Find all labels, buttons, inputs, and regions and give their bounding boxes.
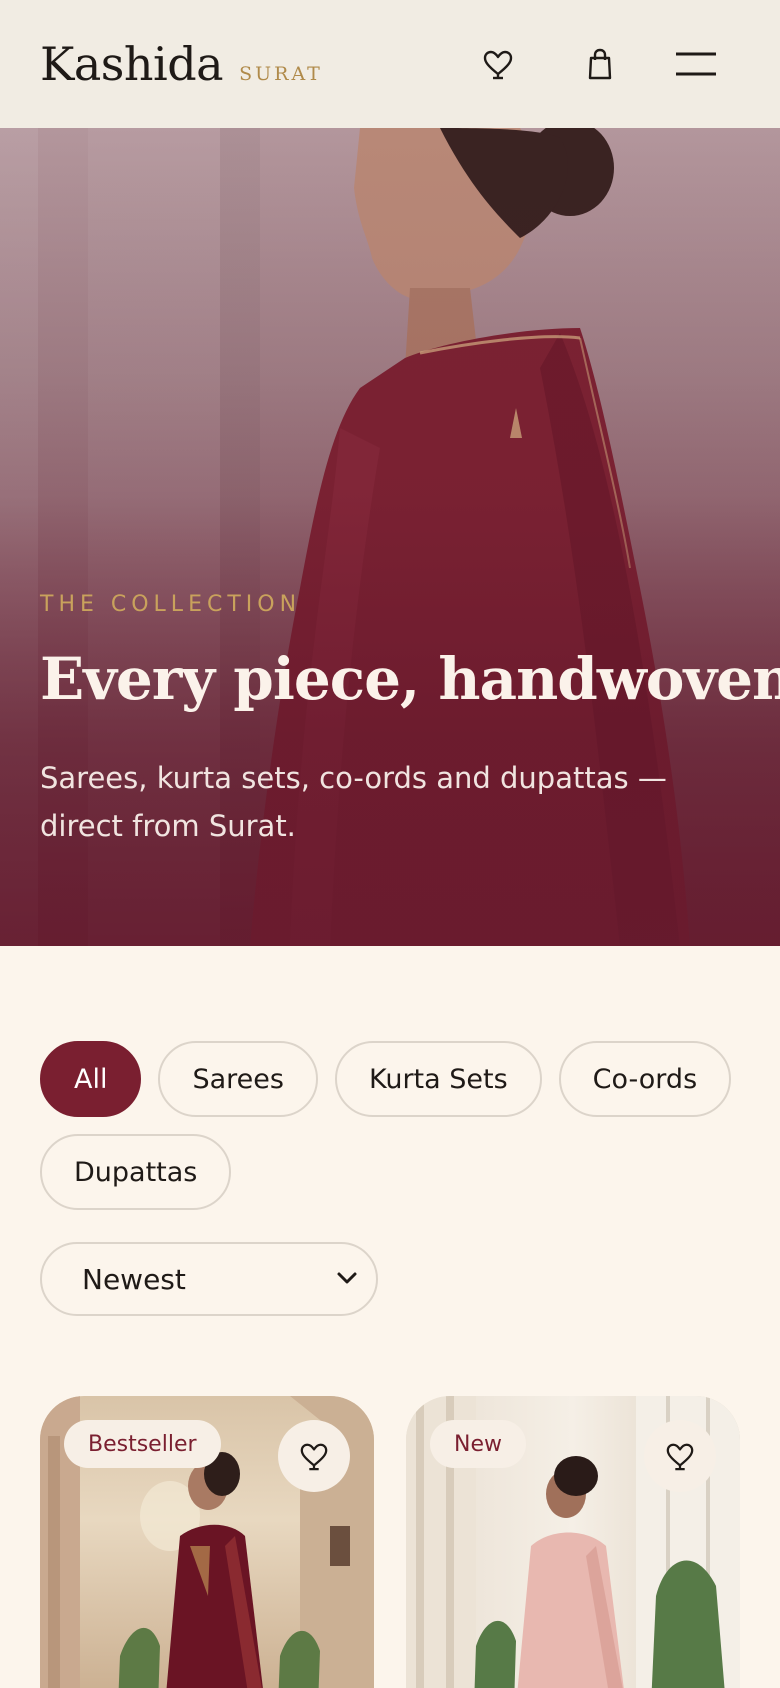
filter-chip-all[interactable]: All <box>40 1041 142 1117</box>
menu-button[interactable] <box>672 40 720 88</box>
sort-selected-value: Newest <box>82 1262 186 1296</box>
heart-icon <box>483 50 513 80</box>
brand-location: SURAT <box>239 63 323 85</box>
add-to-wishlist-button[interactable] <box>278 1420 350 1492</box>
wishlist-button[interactable] <box>474 40 522 88</box>
heart-icon <box>300 1443 328 1471</box>
filter-chip-co-ords[interactable]: Co-ords <box>558 1041 732 1117</box>
product-card[interactable]: Bestseller <box>40 1396 374 1688</box>
add-to-wishlist-button[interactable] <box>644 1420 716 1492</box>
product-badge: Bestseller <box>64 1420 221 1468</box>
cart-button[interactable] <box>576 40 624 88</box>
filter-chip-kurta-sets[interactable]: Kurta Sets <box>334 1041 542 1117</box>
brand-name: Kashida <box>40 37 224 91</box>
product-badge: New <box>430 1420 526 1468</box>
product-card[interactable]: New <box>406 1396 740 1688</box>
filter-chip-dupattas[interactable]: Dupattas <box>40 1134 232 1210</box>
hero-subtitle: Sarees, kurta sets, co-ords and dupattas… <box>40 761 667 843</box>
hero-eyebrow: THE COLLECTION <box>40 592 302 617</box>
category-filters: All Sarees Kurta Sets Co-ords Dupattas <box>40 1041 760 1210</box>
heart-icon <box>666 1443 694 1471</box>
hero-title: Every piece, handwoven <box>40 645 780 713</box>
sort-select[interactable]: Newest <box>40 1242 378 1316</box>
filter-chip-sarees[interactable]: Sarees <box>158 1041 318 1117</box>
hero-banner: THE COLLECTION Every piece, handwoven Sa… <box>0 128 780 946</box>
brand-logo[interactable]: Kashida SURAT <box>40 37 323 91</box>
hamburger-menu-icon <box>676 52 716 76</box>
site-header: Kashida SURAT <box>0 0 780 128</box>
shopping-bag-icon <box>588 48 612 80</box>
chevron-down-icon <box>337 1272 357 1284</box>
